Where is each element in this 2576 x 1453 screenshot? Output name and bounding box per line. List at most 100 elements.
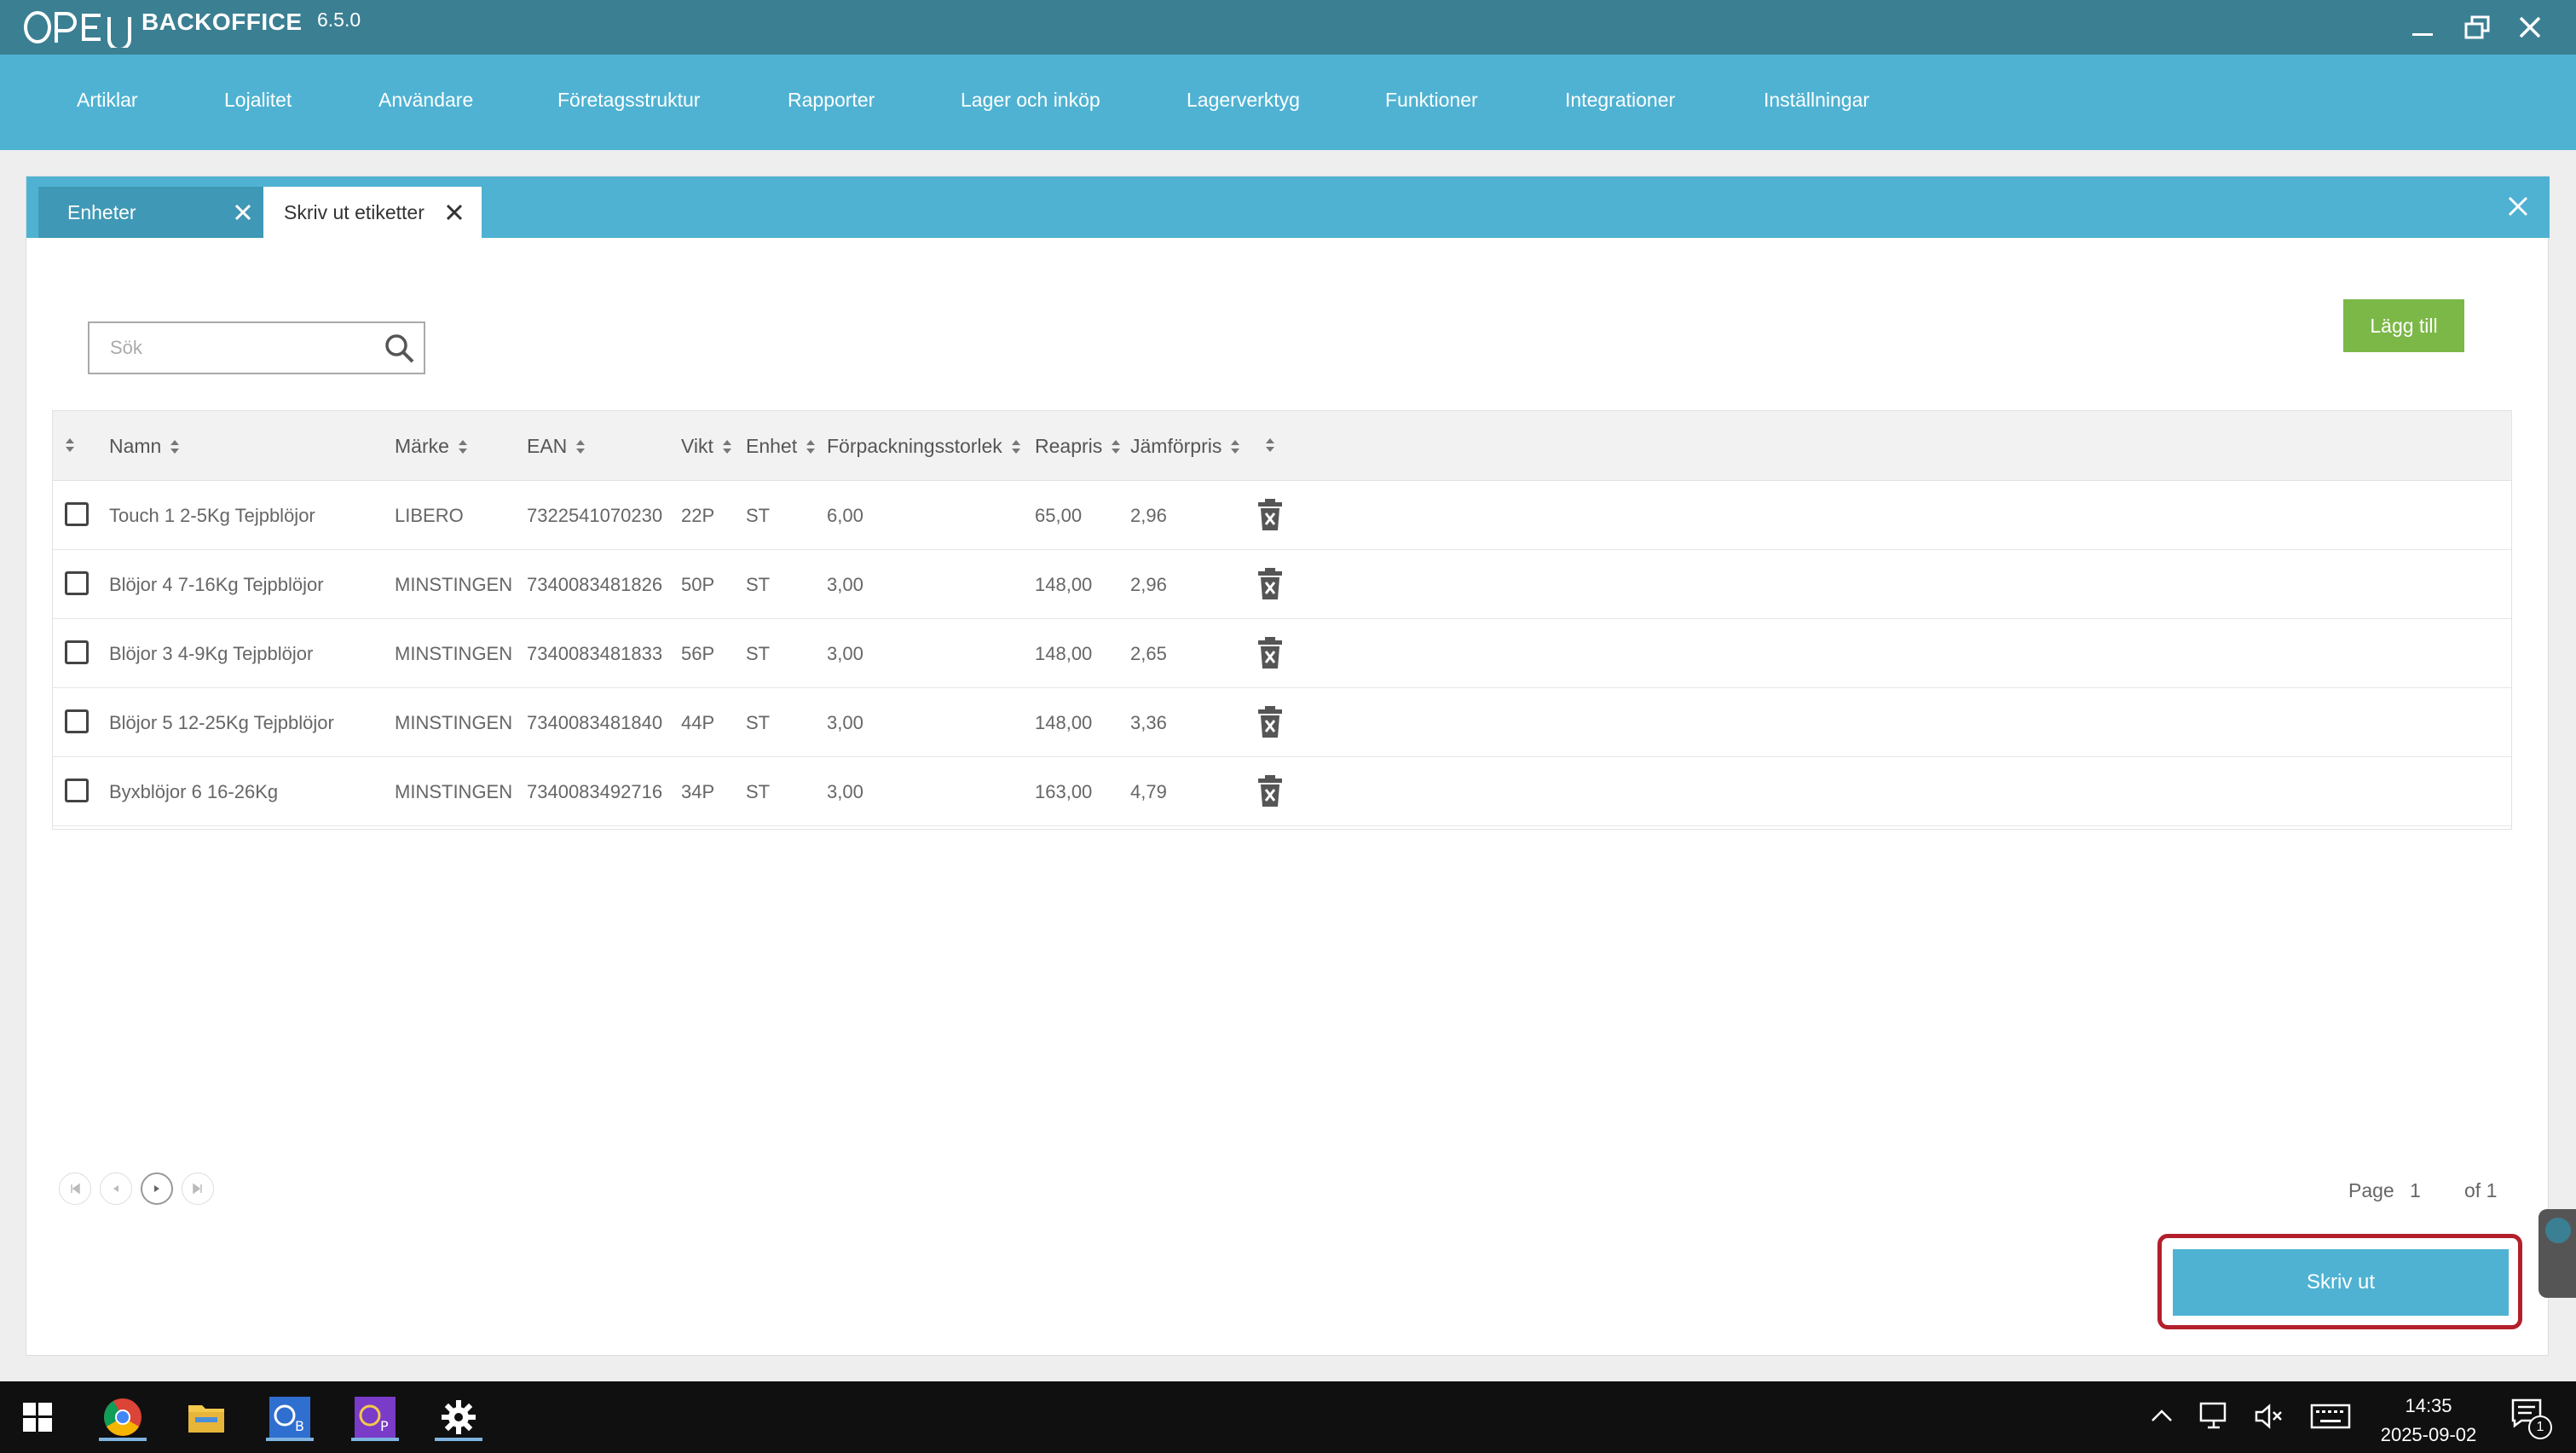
restore-button[interactable] [2458,10,2496,44]
column-label: Namn [109,435,162,457]
cell-marke: MINSTINGEN [395,781,513,802]
main-menu: Artiklar Lojalitet Användare Företagsstr… [0,55,2576,150]
search-icon[interactable] [384,333,415,364]
settings-gear-icon[interactable] [435,1393,482,1441]
menu-item-anvandare[interactable]: Användare [378,89,473,112]
file-explorer-icon[interactable] [182,1393,230,1441]
menu-item-lager-och-inkop[interactable]: Lager och inköp [961,89,1100,112]
menu-item-lagerverktyg[interactable]: Lagerverktyg [1187,89,1300,112]
menu-item-installningar[interactable]: Inställningar [1764,89,1869,112]
column-header-enhet[interactable]: Enhet [746,435,816,458]
open-logo-icon [22,7,138,49]
notification-badge: 1 [2528,1415,2552,1439]
search-input[interactable] [90,323,379,373]
add-button[interactable]: Lägg till [2343,299,2464,352]
cell-jamforpris: 2,96 [1130,574,1167,595]
tab-strip: Enheter Skriv ut etiketter [26,177,2550,238]
menu-item-rapporter[interactable]: Rapporter [788,89,875,112]
page-number-input[interactable]: 1 [2410,1179,2421,1202]
menu-item-integrationer[interactable]: Integrationer [1565,89,1675,112]
network-icon[interactable] [2199,1402,2230,1431]
cell-reapris: 163,00 [1035,781,1093,802]
row-checkbox[interactable] [65,779,89,802]
sort-icon [1231,439,1240,454]
cell-forpackningsstorlek: 3,00 [827,643,863,664]
taskbar-clock[interactable]: 14:35 2025-09-02 [2365,1392,2492,1450]
column-header-vikt[interactable]: Vikt [681,435,732,458]
delete-row-icon[interactable] [1256,705,1284,739]
cell-marke: LIBERO [395,505,464,526]
tab-skriv-ut-etiketter[interactable]: Skriv ut etiketter [263,187,482,238]
minimize-button[interactable] [2404,10,2441,44]
sort-icon [1112,439,1121,454]
delete-row-icon[interactable] [1256,498,1284,532]
teamviewer-icon [2545,1218,2571,1243]
tab-close-icon[interactable] [234,204,251,221]
table-row[interactable]: Blöjor 4 7-16Kg Tejpblöjor MINSTINGEN 7340… [53,550,2511,619]
menu-item-foretagsstruktur[interactable]: Företagsstruktur [557,89,700,112]
column-label: Enhet [746,435,798,457]
cell-enhet: ST [746,712,771,733]
menu-item-artiklar[interactable]: Artiklar [77,89,138,112]
cell-vikt: 34P [681,781,715,802]
tab-enheter[interactable]: Enheter [38,187,263,238]
last-page-icon [193,1183,202,1195]
cell-forpackningsstorlek: 3,00 [827,574,863,595]
delete-row-icon[interactable] [1256,567,1284,601]
last-page-button[interactable] [182,1172,214,1205]
cell-enhet: ST [746,781,771,802]
table-header: Namn Märke EAN Vikt Enhet Förpackningsst… [53,411,2511,481]
minimize-icon [2412,33,2433,36]
open-backoffice-icon[interactable]: B [266,1393,314,1441]
first-page-button[interactable] [59,1172,91,1205]
table-row[interactable]: Byxblöjor 6 16-26Kg MINSTINGEN 73400834927… [53,757,2511,826]
previous-page-icon [113,1185,118,1192]
close-all-tabs-icon[interactable] [2507,195,2529,217]
volume-muted-icon[interactable] [2254,1402,2284,1431]
next-page-button[interactable] [141,1172,173,1205]
cell-jamforpris: 2,96 [1130,505,1167,526]
row-checkbox[interactable] [65,709,89,733]
column-header-forpackningsstorlek[interactable]: Förpackningsstorlek [827,435,1021,458]
delete-row-icon[interactable] [1256,774,1284,808]
next-page-icon [154,1185,159,1192]
content-panel: Enheter Skriv ut etiketter Lägg till Nam… [26,176,2550,1356]
row-checkbox[interactable] [65,502,89,526]
column-header-reapris[interactable]: Reapris [1035,435,1121,458]
cell-namn: Blöjor 3 4-9Kg Tejpblöjor [109,643,314,664]
tab-label: Enheter [67,200,136,223]
window-close-button[interactable] [2511,10,2549,44]
chevron-up-icon[interactable] [2150,1407,2174,1424]
windows-start-icon[interactable] [14,1393,61,1441]
tab-close-icon[interactable] [446,204,463,221]
chrome-icon[interactable] [99,1393,147,1441]
menu-item-lojalitet[interactable]: Lojalitet [224,89,292,112]
notification-center[interactable]: 1 [2510,1397,2552,1439]
table-row[interactable]: Blöjor 5 12-25Kg Tejpblöjor MINSTINGEN 734… [53,688,2511,757]
column-header-ean[interactable]: EAN [527,435,586,458]
previous-page-button[interactable] [100,1172,132,1205]
cell-forpackningsstorlek: 3,00 [827,781,863,802]
table-row[interactable]: Touch 1 2-5Kg Tejpblöjor LIBERO 7322541070… [53,481,2511,550]
column-label: EAN [527,435,568,457]
open-pos-icon[interactable]: P [351,1393,399,1441]
row-checkbox[interactable] [65,640,89,664]
close-icon [2519,16,2541,38]
column-header-marke[interactable]: Märke [395,435,468,458]
sort-icon[interactable] [65,437,75,454]
cell-forpackningsstorlek: 6,00 [827,505,863,526]
table-row[interactable]: Blöjor 3 4-9Kg Tejpblöjor MINSTINGEN 73400… [53,619,2511,688]
print-button[interactable]: Skriv ut [2173,1249,2509,1316]
sort-icon[interactable] [1265,437,1275,454]
sort-icon [458,439,467,454]
menu-item-funktioner[interactable]: Funktioner [1385,89,1478,112]
delete-row-icon[interactable] [1256,636,1284,670]
row-checkbox[interactable] [65,571,89,595]
cell-enhet: ST [746,574,771,595]
column-header-namn[interactable]: Namn [109,435,180,458]
keyboard-icon[interactable] [2310,1404,2351,1429]
column-header-jamforpris[interactable]: Jämförpris [1130,435,1240,458]
sort-icon [722,439,731,454]
cell-reapris: 148,00 [1035,643,1093,664]
label-table: Namn Märke EAN Vikt Enhet Förpackningsst… [52,410,2512,830]
